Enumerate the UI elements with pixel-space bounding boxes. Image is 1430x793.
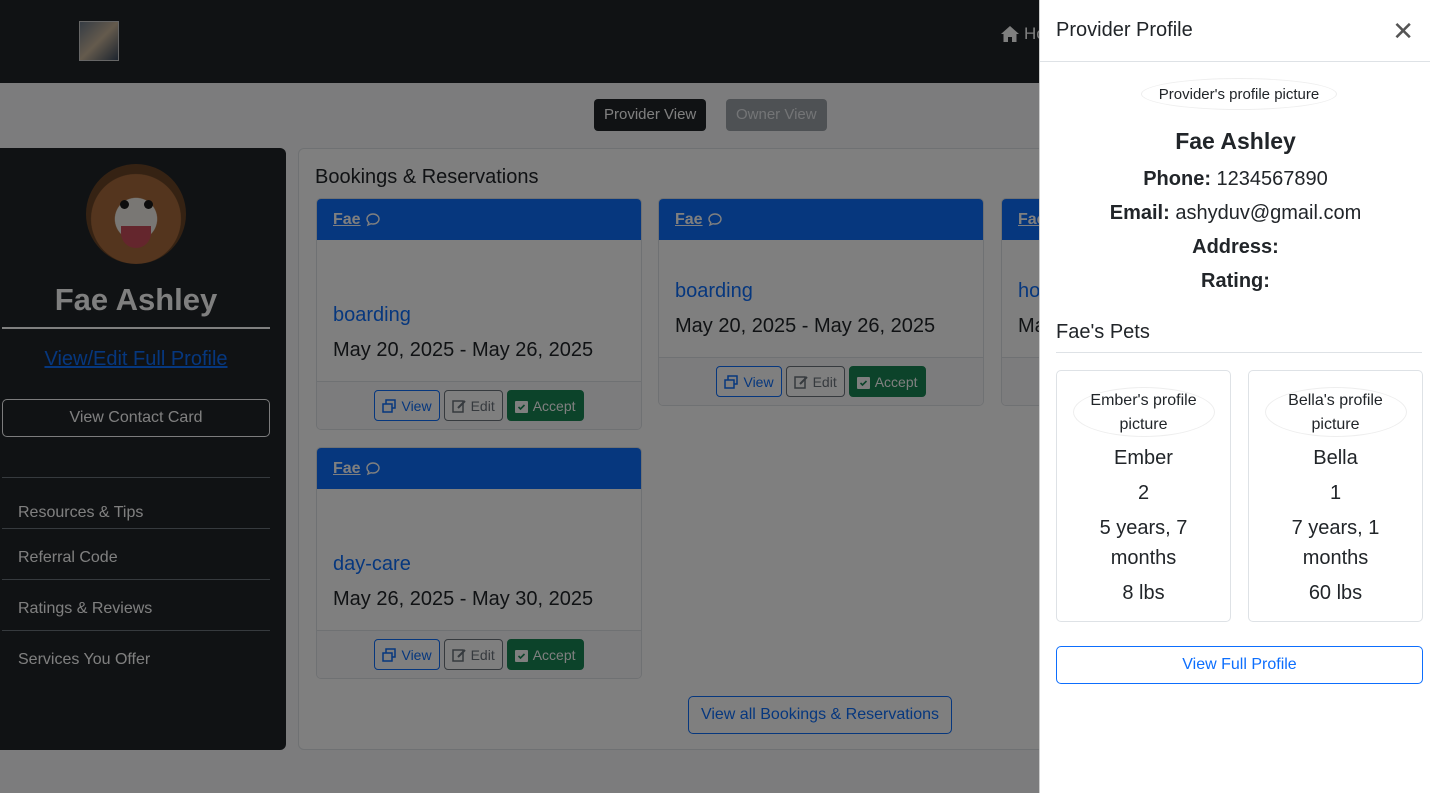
divider <box>1056 352 1422 353</box>
provider-email: Email: ashyduv@gmail.com <box>1040 202 1430 225</box>
pet-profile-picture: Ember's profile picture <box>1072 387 1215 437</box>
provider-profile-panel: Provider Profile ✕ Provider's profile pi… <box>1039 0 1430 793</box>
pet-id: 2 <box>1137 482 1150 504</box>
provider-rating: Rating: <box>1040 270 1430 293</box>
pet-weight: 60 lbs <box>1308 582 1363 604</box>
provider-profile-picture: Provider's profile picture <box>1141 78 1337 110</box>
provider-phone: Phone: 1234567890 <box>1040 168 1430 191</box>
panel-title: Provider Profile <box>1056 19 1193 41</box>
view-full-profile-button[interactable]: View Full Profile <box>1056 646 1423 684</box>
phone-value: 1234567890 <box>1216 168 1328 190</box>
pet-name: Bella <box>1313 447 1358 469</box>
provider-address: Address: <box>1040 236 1430 259</box>
pet-id: 1 <box>1329 482 1342 504</box>
provider-name: Fae Ashley <box>1175 128 1296 154</box>
pet-age: 7 years, 1 months <box>1291 517 1380 569</box>
email-value: ashyduv@gmail.com <box>1175 202 1362 224</box>
close-icon[interactable]: ✕ <box>1392 18 1414 44</box>
phone-label: Phone: <box>1143 168 1211 190</box>
pets-title: Fae's Pets <box>1056 321 1150 343</box>
pet-age: 5 years, 7 months <box>1099 517 1188 569</box>
rating-label: Rating: <box>1201 270 1270 292</box>
email-label: Email: <box>1109 202 1170 224</box>
address-label: Address: <box>1192 236 1279 258</box>
pet-name: Ember <box>1114 447 1173 469</box>
pet-card[interactable]: Bella's profile picture Bella 1 7 years,… <box>1248 370 1423 622</box>
panel-header: Provider Profile ✕ <box>1040 0 1430 62</box>
pet-weight: 8 lbs <box>1122 582 1165 604</box>
pet-profile-picture: Bella's profile picture <box>1264 387 1407 437</box>
pet-card[interactable]: Ember's profile picture Ember 2 5 years,… <box>1056 370 1231 622</box>
